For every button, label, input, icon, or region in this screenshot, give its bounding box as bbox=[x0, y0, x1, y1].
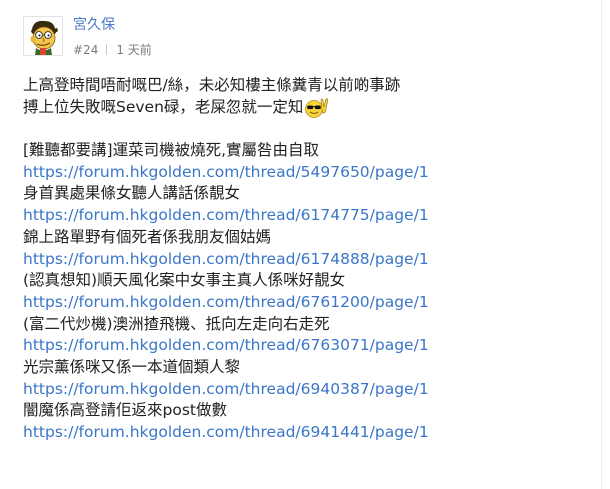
thread-title: (認真想知)順天風化案中女事主真人係咪好靚女 bbox=[23, 270, 583, 292]
thread-link-row: https://forum.hkgolden.com/thread/676307… bbox=[23, 335, 583, 357]
post-meta: #24 1 天前 bbox=[73, 41, 152, 58]
meta-divider bbox=[106, 44, 108, 55]
thread-title: 身首異處果條女聽人講話係靚女 bbox=[23, 183, 583, 205]
thread-link[interactable]: https://forum.hkgolden.com/thread/676307… bbox=[23, 335, 429, 357]
username-link[interactable]: 宮久保 bbox=[73, 14, 115, 34]
thread-link-row: https://forum.hkgolden.com/thread/694144… bbox=[23, 422, 583, 444]
column-divider bbox=[601, 0, 602, 489]
thread-title-text: [難聽都要講]運菜司機被燒死,實屬咎由自取 bbox=[23, 141, 320, 160]
thread-link[interactable]: https://forum.hkgolden.com/thread/694038… bbox=[23, 379, 429, 401]
intro-text-1: 上高登時間唔耐嘅巴/絲，未必知樓主條糞青以前啲事跡 bbox=[23, 76, 401, 94]
thread-link[interactable]: https://forum.hkgolden.com/thread/676120… bbox=[23, 292, 429, 314]
sunglasses-peace-emoji-icon bbox=[305, 97, 329, 118]
intro-text-2: 搏上位失敗嘅Seven碌，老屎忽就一定知 bbox=[23, 97, 304, 116]
thread-title: (富二代炒機)澳洲揸飛機、抵向左走向右走死 bbox=[23, 314, 583, 336]
thread-title-text: (認真想知)順天風化案中女事主真人係咪好靚女 bbox=[23, 271, 346, 290]
avatar-cartoon-man-icon bbox=[24, 17, 62, 55]
thread-title: 闇魔係高登請佢返來post做數 bbox=[23, 400, 583, 422]
thread-link-row: https://forum.hkgolden.com/thread/676120… bbox=[23, 292, 583, 314]
thread-title-text: 光宗薰係咪又係一本道個類人黎 bbox=[23, 357, 241, 376]
thread-link[interactable]: https://forum.hkgolden.com/thread/549765… bbox=[23, 162, 429, 184]
user-avatar[interactable] bbox=[23, 16, 63, 56]
thread-title-text: (富二代炒機)澳洲揸飛機、抵向左走向右走死 bbox=[23, 314, 330, 333]
thread-link-row: https://forum.hkgolden.com/thread/694038… bbox=[23, 379, 583, 401]
thread-title-text: 闇魔係高登請佢返來post做數 bbox=[23, 401, 227, 420]
thread-title: 光宗薰係咪又係一本道個類人黎 bbox=[23, 357, 583, 379]
forum-post: 宮久保 #24 1 天前 上高登時間唔耐嘅巴/絲，未必知樓主條糞青以前啲事跡 搏上… bbox=[0, 0, 610, 489]
thread-title-text: 身首異處果條女聽人講話係靚女 bbox=[23, 184, 241, 203]
content-line: 上高登時間唔耐嘅巴/絲，未必知樓主條糞青以前啲事跡 bbox=[23, 75, 583, 97]
thread-link[interactable]: https://forum.hkgolden.com/thread/694144… bbox=[23, 422, 429, 444]
post-time: 1 天前 bbox=[116, 43, 152, 57]
thread-title: 錦上路單野有個死者係我朋友個姑媽 bbox=[23, 227, 583, 249]
thread-link[interactable]: https://forum.hkgolden.com/thread/617477… bbox=[23, 205, 429, 227]
thread-link-row: https://forum.hkgolden.com/thread/617477… bbox=[23, 205, 583, 227]
thread-title: [難聽都要講]運菜司機被燒死,實屬咎由自取 bbox=[23, 140, 583, 162]
thread-title-text: 錦上路單野有個死者係我朋友個姑媽 bbox=[23, 227, 272, 246]
thread-link-row: https://forum.hkgolden.com/thread/617488… bbox=[23, 249, 583, 271]
content-line: 搏上位失敗嘅Seven碌，老屎忽就一定知 bbox=[23, 97, 583, 119]
thread-link[interactable]: https://forum.hkgolden.com/thread/617488… bbox=[23, 249, 429, 271]
thread-link-row: https://forum.hkgolden.com/thread/549765… bbox=[23, 162, 583, 184]
post-content: 上高登時間唔耐嘅巴/絲，未必知樓主條糞青以前啲事跡 搏上位失敗嘅Seven碌，老… bbox=[23, 75, 583, 444]
post-number: #24 bbox=[73, 43, 99, 57]
